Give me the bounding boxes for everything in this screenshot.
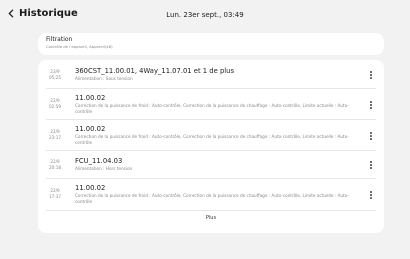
entry-description: Alimentation : Sous tension [75, 76, 133, 81]
history-entry[interactable]: 22/9 23:17 11.00.02 Correction de la puis… [38, 120, 384, 150]
entry-title: 360CST_11.00.01, 4Way_11.07.01 et 1 de p… [75, 67, 234, 75]
more-options-icon[interactable] [367, 70, 375, 80]
entry-title: 11.00.02 [75, 94, 106, 102]
entry-title: FCU_11.04.03 [75, 157, 123, 165]
entry-date: 22/9 02:59 [48, 98, 62, 109]
entry-date: 22/9 23:17 [48, 129, 62, 140]
top-bar: Historique Lun. 23er sept., 03:49 [0, 0, 410, 30]
filter-card[interactable]: Filtration Contrôle de l'appareil, Appar… [38, 33, 384, 55]
history-entry[interactable]: 22/9 20:18 FCU_11.04.03 Alimentation : Ho… [38, 151, 384, 177]
divider [46, 210, 376, 211]
load-more-button[interactable]: Plus [38, 215, 384, 221]
more-options-icon[interactable] [367, 160, 375, 170]
entry-date: 23/9 05:25 [48, 69, 62, 80]
history-entry[interactable]: 22/9 17:37 11.00.02 Correction de la puis… [38, 179, 384, 209]
entry-date: 22/9 17:37 [48, 188, 62, 199]
history-entry[interactable]: 23/9 05:25 360CST_11.00.01, 4Way_11.07.01… [38, 60, 384, 87]
entry-title: 11.00.02 [75, 125, 106, 133]
entry-description: Correction de la puissance de froid : Au… [75, 193, 349, 204]
filter-title: Filtration [46, 36, 73, 43]
entry-description: Alimentation : Hors tension [75, 166, 133, 171]
more-options-icon[interactable] [367, 100, 375, 110]
history-entry[interactable]: 22/9 02:59 11.00.02 Correction de la puis… [38, 89, 384, 119]
entry-title: 11.00.02 [75, 184, 106, 192]
datetime: Lun. 23er sept., 03:49 [166, 11, 244, 19]
entry-description: Correction de la puissance de froid : Au… [75, 134, 349, 145]
more-options-icon[interactable] [367, 190, 375, 200]
entry-description: Correction de la puissance de froid : Au… [75, 103, 349, 114]
history-list: 23/9 05:25 360CST_11.00.01, 4Way_11.07.01… [38, 60, 384, 233]
more-options-icon[interactable] [367, 131, 375, 141]
filter-subtitle: Contrôle de l'appareil, Appareil(48) [46, 44, 113, 49]
entry-date: 22/9 20:18 [48, 159, 62, 170]
